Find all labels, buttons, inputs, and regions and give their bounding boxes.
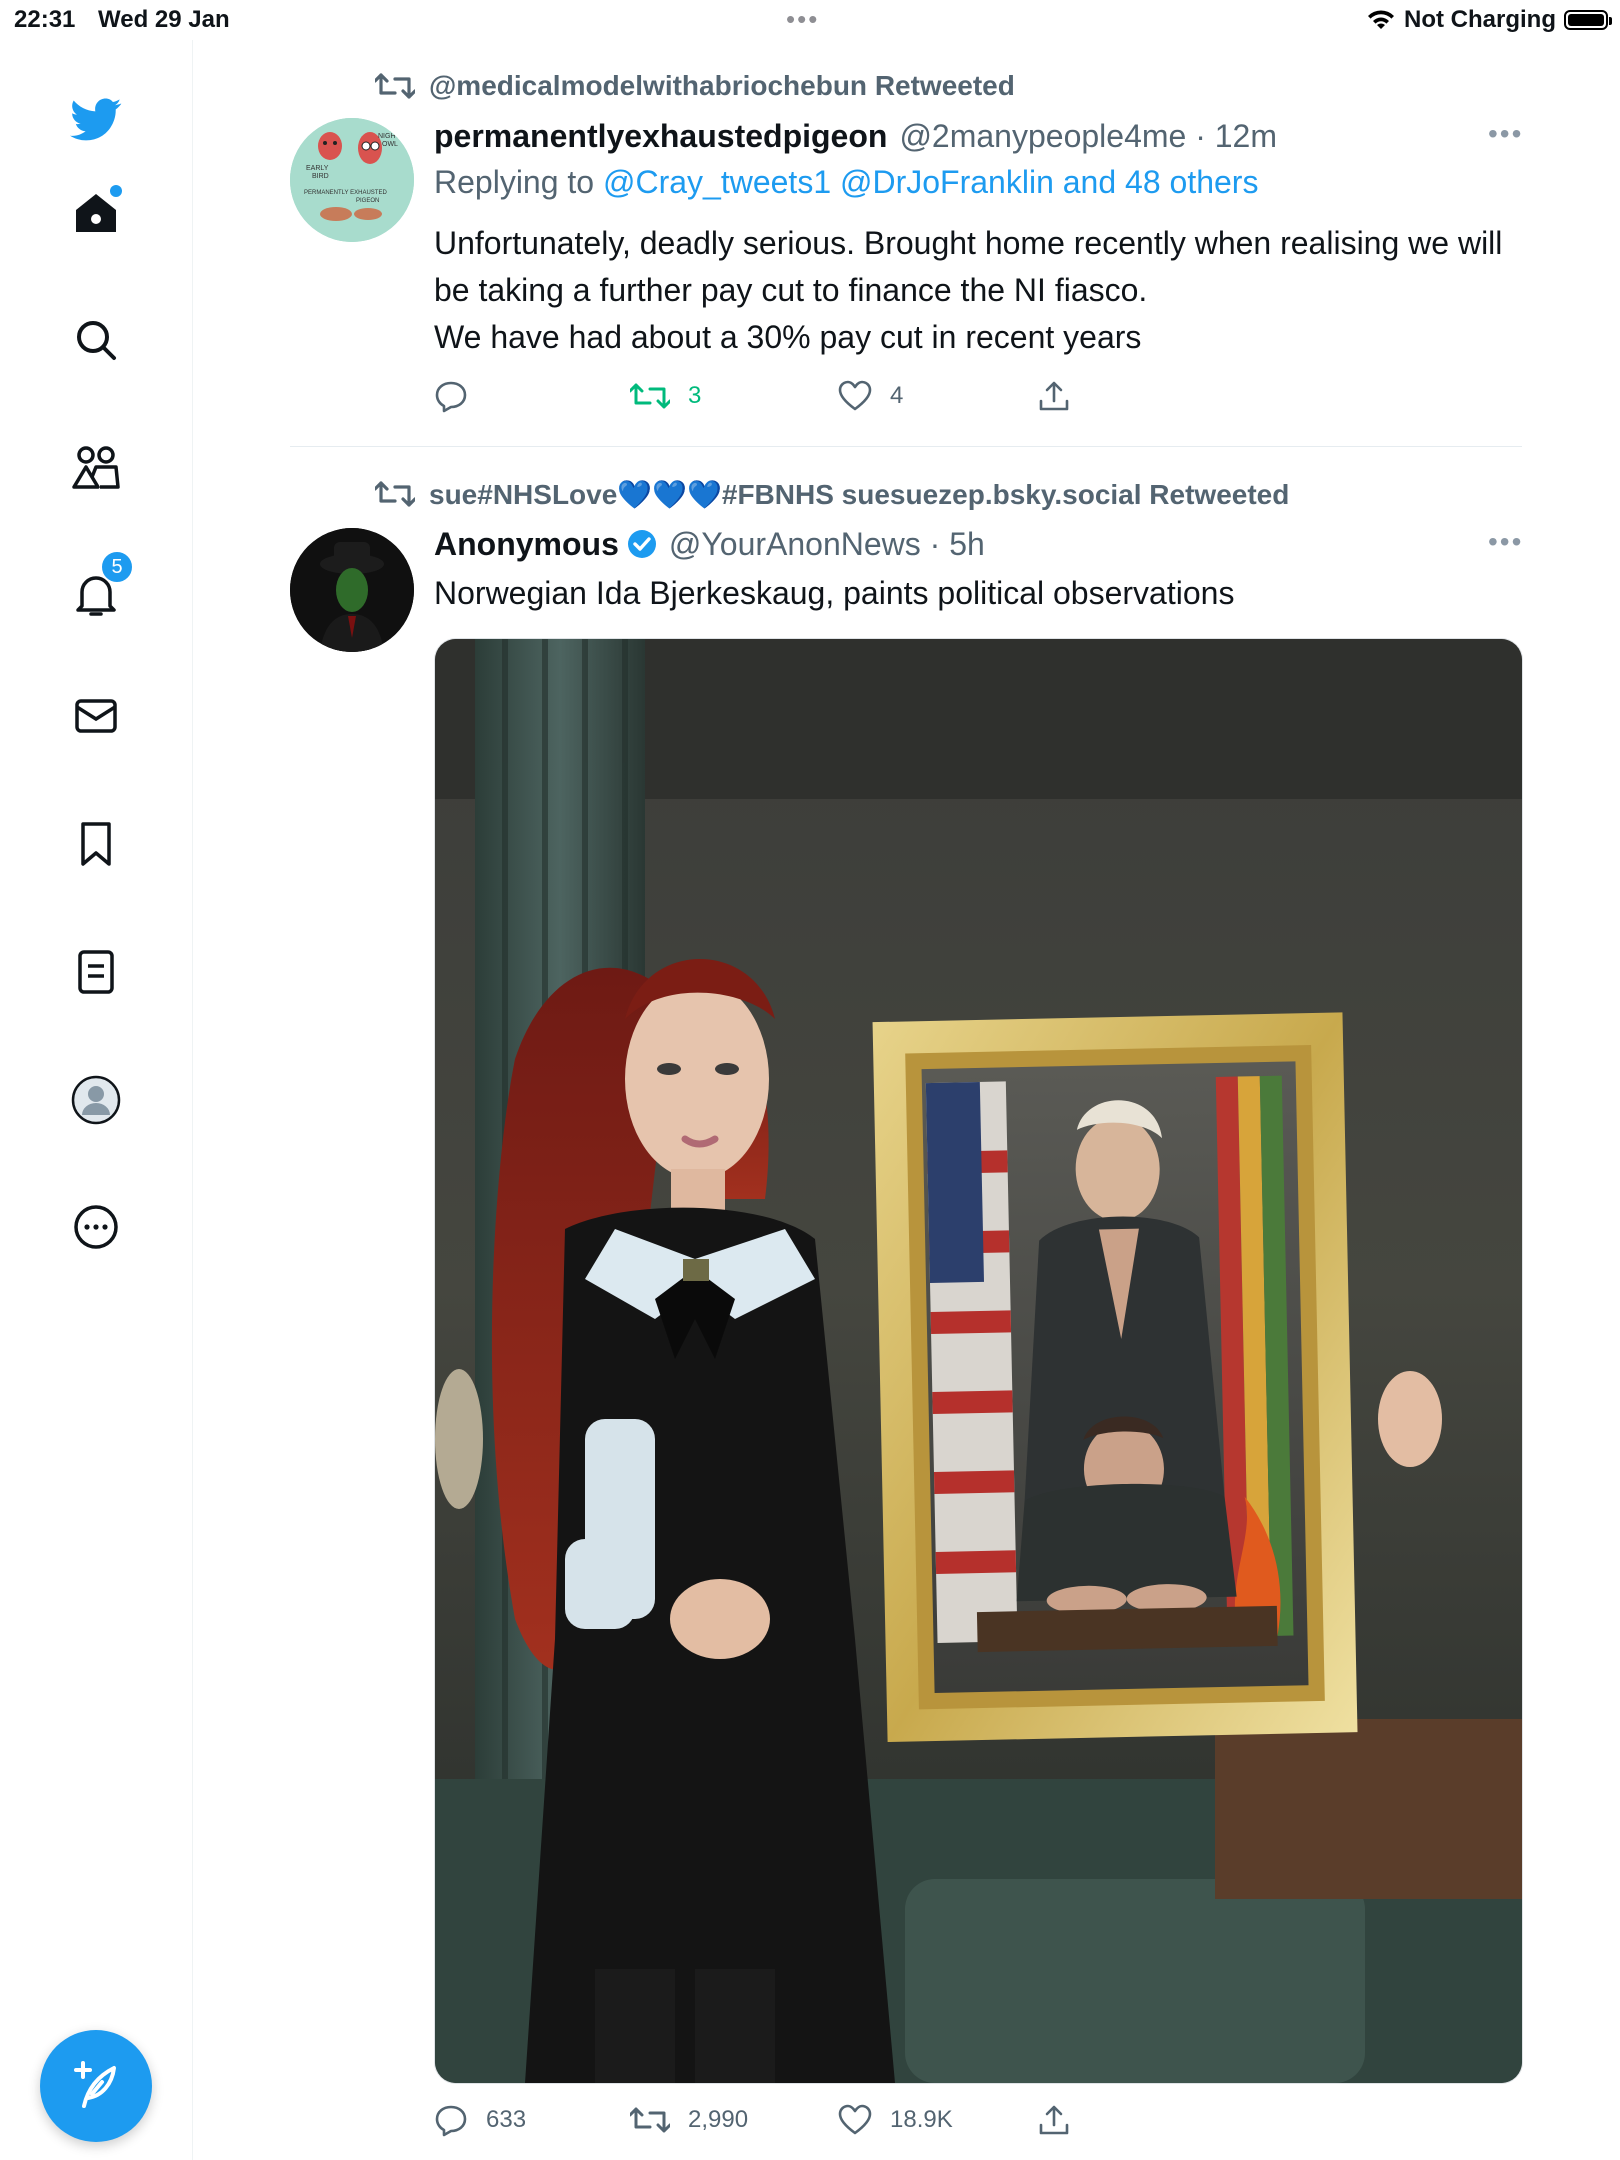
handle-and-time[interactable]: @2manypeople4me · 12m — [899, 118, 1277, 155]
status-time: 22:31 — [14, 6, 76, 33]
multitasking-dots-icon[interactable]: ••• — [786, 4, 819, 35]
home-icon[interactable] — [66, 183, 126, 243]
mail-icon[interactable] — [66, 686, 126, 746]
avatar-label-night: NIGHT — [378, 133, 401, 140]
notifications-badge: 5 — [100, 550, 134, 584]
wifi-icon — [1368, 10, 1395, 29]
status-indicators: Not Charging — [1366, 4, 1612, 36]
more-circle-icon[interactable] — [66, 1197, 126, 1257]
like-count: 18.9K — [890, 2106, 953, 2133]
tweet-header: permanentlyexhaustedpigeon @2manypeople4… — [434, 114, 1277, 158]
retweet-button[interactable]: 2,990 — [630, 2098, 748, 2142]
avatar[interactable] — [290, 528, 414, 652]
verified-badge-icon — [627, 529, 657, 559]
replying-to: Replying to @Cray_tweets1 @DrJoFranklin … — [434, 164, 1258, 201]
like-button[interactable]: 4 — [838, 374, 903, 418]
handle-and-time[interactable]: @YourAnonNews · 5h — [669, 526, 985, 563]
status-date: Wed 29 Jan — [98, 6, 230, 33]
like-button[interactable]: 18.9K — [838, 2098, 953, 2142]
status-bar: 22:31 Wed 29 Jan ••• Not Charging — [0, 0, 1620, 40]
avatar[interactable]: EARLY BIRD NIGHT OWL PERMANENTLY EXHAUST… — [290, 118, 414, 242]
like-count: 4 — [890, 382, 904, 409]
profile-icon[interactable] — [66, 1070, 126, 1130]
compose-icon — [74, 2061, 116, 2108]
sidebar: 5 — [0, 40, 193, 2160]
replying-to-link[interactable]: @Cray_tweets1 @DrJoFranklin and 48 other… — [603, 164, 1258, 200]
lists-icon[interactable] — [66, 942, 126, 1002]
tweet-header: Anonymous @YourAnonNews · 5h — [434, 522, 985, 566]
display-name[interactable]: Anonymous — [434, 526, 619, 563]
retweet-icon — [375, 73, 415, 99]
more-options-icon[interactable]: ••• — [1488, 526, 1523, 558]
home-new-dot — [110, 185, 122, 197]
retweet-icon — [630, 2107, 670, 2133]
tweet-text: Norwegian Ida Bjerkeskaug, paints politi… — [434, 575, 1235, 611]
tweet-divider — [290, 446, 1522, 447]
retweet-count: 2,990 — [688, 2106, 749, 2133]
reply-button[interactable]: 633 — [434, 2098, 526, 2142]
tweet-media-image[interactable] — [434, 638, 1523, 2084]
retweeted-by-text: sue#NHSLove💙💙💙#FBNHS suesuezep.bsky.soci… — [429, 478, 1290, 510]
search-icon[interactable] — [66, 310, 126, 370]
retweeted-by-line[interactable]: @medicalmodelwithabriochebun Retweeted — [375, 66, 1015, 106]
avatar-label-early: EARLY — [306, 165, 329, 172]
retweet-count: 3 — [688, 382, 702, 409]
bookmark-icon[interactable] — [66, 814, 126, 874]
compose-tweet-button[interactable] — [40, 2030, 152, 2142]
avatar-label-footer2: PIGEON — [356, 198, 379, 204]
avatar-label-bird: BIRD — [312, 173, 329, 180]
more-options-icon[interactable]: ••• — [1488, 118, 1523, 150]
charging-status: Not Charging — [1404, 6, 1556, 33]
retweeted-by-line[interactable]: sue#NHSLove💙💙💙#FBNHS suesuezep.bsky.soci… — [375, 474, 1289, 514]
share-button[interactable] — [1038, 2098, 1070, 2142]
retweet-icon — [630, 383, 670, 409]
battery-icon — [1564, 10, 1612, 30]
share-button[interactable] — [1038, 374, 1070, 418]
tweet-text: Unfortunately, deadly serious. Brought h… — [434, 225, 1503, 355]
share-icon — [1039, 2105, 1069, 2135]
reply-icon — [435, 381, 467, 413]
twitter-logo-icon[interactable] — [66, 90, 126, 150]
reply-count: 633 — [486, 2106, 527, 2133]
retweet-icon — [375, 481, 415, 507]
retweet-button[interactable]: 3 — [630, 374, 701, 418]
retweeted-by-text: @medicalmodelwithabriochebun Retweeted — [429, 70, 1015, 101]
replying-to-prefix: Replying to — [434, 164, 603, 200]
display-name[interactable]: permanentlyexhaustedpigeon — [434, 118, 887, 155]
communities-icon[interactable] — [66, 438, 126, 498]
heart-icon — [838, 2104, 872, 2135]
avatar-label-owl: OWL — [382, 141, 398, 148]
share-icon — [1039, 381, 1069, 411]
avatar-label-footer1: PERMANENTLY EXHAUSTED — [304, 190, 387, 196]
reply-icon — [435, 2105, 467, 2137]
reply-button[interactable] — [434, 374, 486, 418]
bell-icon[interactable]: 5 — [66, 550, 134, 624]
heart-icon — [838, 380, 872, 411]
